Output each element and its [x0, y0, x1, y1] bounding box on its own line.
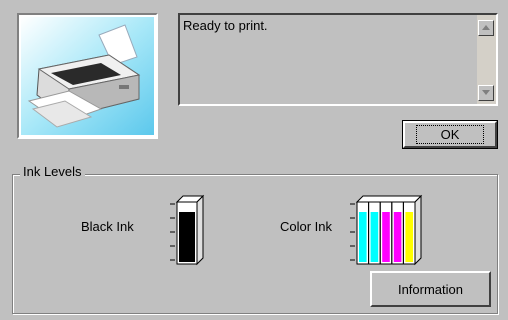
ink-level-magenta	[382, 212, 390, 262]
black-ink-level	[179, 212, 195, 262]
ink-level-yellow	[405, 212, 413, 262]
status-message-box: Ready to print.	[178, 13, 498, 106]
scroll-up-arrow-icon[interactable]	[478, 20, 494, 36]
printer-image	[17, 13, 158, 139]
printer-status-dialog: Ready to print. OK Ink Levels Black Ink …	[0, 0, 508, 320]
ink-level-cyan	[359, 212, 367, 262]
status-message: Ready to print.	[183, 18, 268, 33]
ok-button-label: OK	[415, 125, 485, 144]
black-ink-cartridge	[170, 194, 205, 266]
black-ink-label: Black Ink	[81, 219, 134, 234]
ink-levels-label: Ink Levels	[20, 164, 85, 179]
color-ink-label: Color Ink	[280, 219, 333, 234]
scroll-down-arrow-icon[interactable]	[478, 85, 494, 101]
ink-level-light-magenta	[393, 212, 402, 262]
printer-icon	[21, 17, 154, 135]
information-button[interactable]: Information	[370, 271, 491, 307]
status-scrollbar[interactable]	[477, 15, 496, 104]
information-button-label: Information	[397, 281, 464, 297]
ink-level-light-cyan	[370, 212, 379, 262]
ok-button[interactable]: OK	[402, 120, 498, 149]
color-ink-cartridge	[350, 194, 423, 266]
